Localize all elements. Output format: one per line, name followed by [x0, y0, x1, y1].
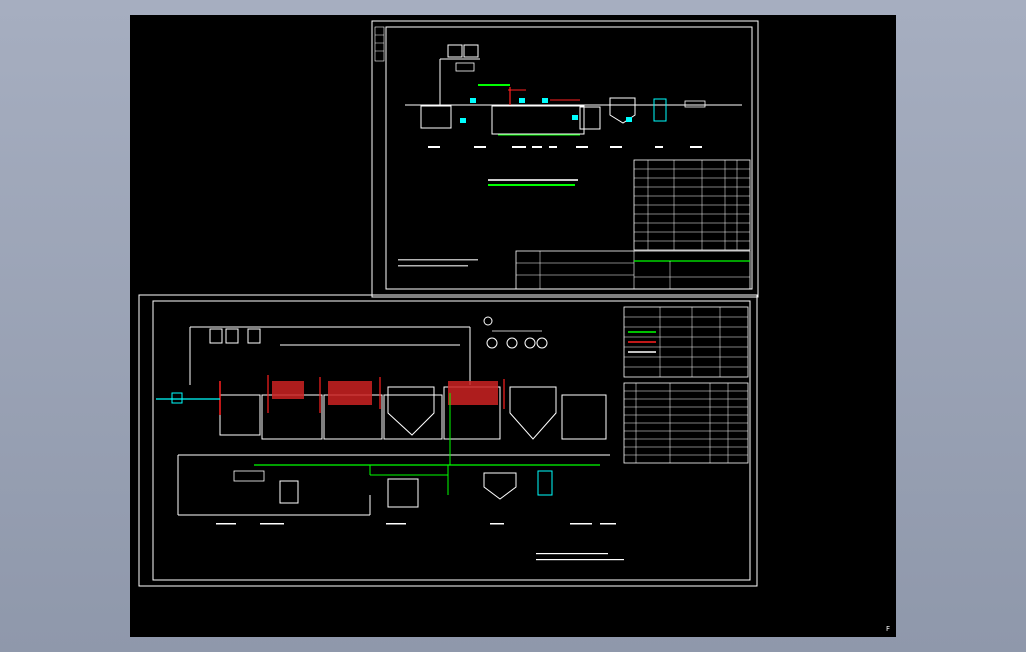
cad-canvas	[138, 20, 759, 587]
sheet-top	[371, 20, 759, 298]
process-labels-bottom	[216, 523, 624, 561]
title-block-top	[515, 250, 751, 290]
process-flow-bottom	[156, 316, 610, 516]
sheet-bottom	[138, 294, 758, 587]
viewport-corner-mark: F	[885, 625, 890, 633]
process-labels-top	[428, 146, 702, 148]
equipment-table-bottom	[623, 382, 749, 464]
equipment-table-top	[633, 159, 751, 251]
legend-table-bottom	[623, 306, 749, 378]
process-flow-top	[405, 44, 742, 186]
drawing-viewport[interactable]: F	[130, 15, 896, 637]
